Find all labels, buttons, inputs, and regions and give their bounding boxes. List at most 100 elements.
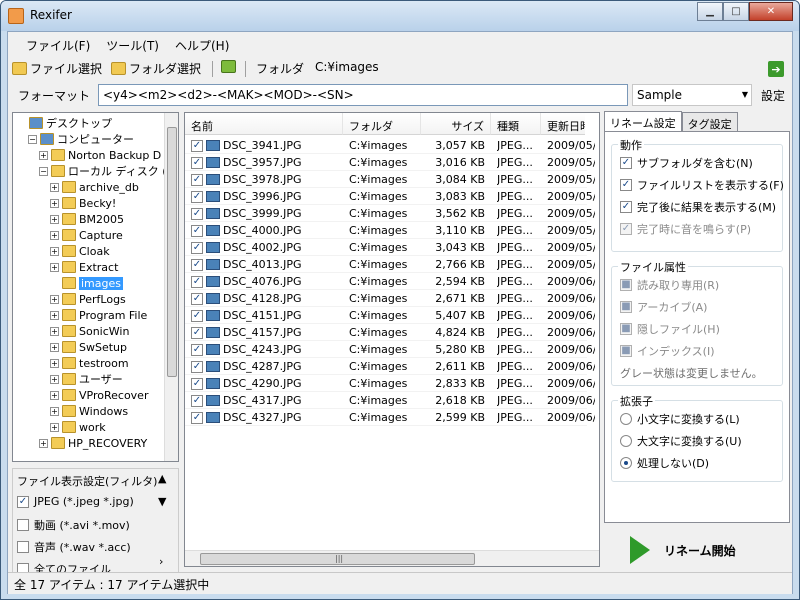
- tree-scroll-thumb[interactable]: [167, 127, 177, 377]
- table-row[interactable]: ✓ DSC_3978.JPG C:¥images 3,084 KB JPEG... 200…: [185, 171, 595, 188]
- list-hscroll[interactable]: |||: [185, 550, 599, 566]
- go-arrow-icon[interactable]: ➔: [768, 61, 784, 77]
- tree-item[interactable]: + PerfLogs: [50, 291, 126, 307]
- expand-icon[interactable]: +: [50, 406, 59, 416]
- up-folder-button[interactable]: [221, 60, 236, 73]
- attribute-checkbox[interactable]: ■: [620, 279, 632, 291]
- file-name-cell[interactable]: ✓ DSC_3978.JPG: [191, 173, 341, 186]
- row-checkbox[interactable]: ✓: [191, 190, 203, 203]
- tree-item[interactable]: デスクトップ: [17, 115, 112, 131]
- filter-checkbox[interactable]: [17, 519, 29, 531]
- expand-icon[interactable]: +: [39, 150, 48, 160]
- filter-checkbox[interactable]: ✓: [17, 495, 29, 508]
- tree-item[interactable]: − コンピューター: [28, 131, 134, 147]
- file-name-cell[interactable]: ✓ DSC_4076.JPG: [191, 275, 341, 288]
- extension-option[interactable]: 処理しない(D): [620, 455, 709, 471]
- file-name-cell[interactable]: ✓ DSC_4317.JPG: [191, 394, 341, 407]
- minimize-button[interactable]: ▁: [697, 2, 723, 21]
- tree-item[interactable]: + VProRecover: [50, 387, 148, 403]
- attribute-option[interactable]: ■ 隠しファイル(H): [620, 321, 720, 337]
- file-name-cell[interactable]: ✓ DSC_4243.JPG: [191, 343, 341, 356]
- file-name-cell[interactable]: ✓ DSC_3999.JPG: [191, 207, 341, 220]
- table-row[interactable]: ✓ DSC_4317.JPG C:¥images 2,618 KB JPEG... 200…: [185, 392, 595, 409]
- expand-icon[interactable]: +: [50, 326, 59, 336]
- expand-icon[interactable]: +: [50, 390, 59, 400]
- expand-icon[interactable]: +: [50, 342, 59, 352]
- table-row[interactable]: ✓ DSC_4327.JPG C:¥images 2,599 KB JPEG... 200…: [185, 409, 595, 426]
- attribute-checkbox[interactable]: ■: [620, 323, 632, 335]
- settings-button[interactable]: 設定: [756, 84, 790, 106]
- row-checkbox[interactable]: ✓: [191, 173, 203, 186]
- expand-icon[interactable]: +: [50, 422, 59, 432]
- file-name-cell[interactable]: ✓ DSC_3941.JPG: [191, 139, 341, 152]
- action-option[interactable]: ✓ 完了後に結果を表示する(M): [620, 199, 776, 215]
- filter-item[interactable]: 動画 (*.avi *.mov): [17, 517, 130, 533]
- table-row[interactable]: ✓ DSC_4000.JPG C:¥images 3,110 KB JPEG... 200…: [185, 222, 595, 239]
- action-checkbox[interactable]: ✓: [620, 201, 632, 213]
- table-row[interactable]: ✓ DSC_4128.JPG C:¥images 2,671 KB JPEG... 200…: [185, 290, 595, 307]
- tree-item[interactable]: + ユーザー: [50, 371, 123, 387]
- col-type[interactable]: 種類: [491, 113, 541, 135]
- expand-icon[interactable]: +: [50, 374, 59, 384]
- tree-item[interactable]: images: [50, 275, 123, 291]
- table-row[interactable]: ✓ DSC_3996.JPG C:¥images 3,083 KB JPEG... 200…: [185, 188, 595, 205]
- row-checkbox[interactable]: ✓: [191, 241, 203, 254]
- row-checkbox[interactable]: ✓: [191, 258, 203, 271]
- folder-select-button[interactable]: フォルダ選択: [111, 60, 201, 77]
- maximize-button[interactable]: □: [723, 2, 749, 21]
- file-name-cell[interactable]: ✓ DSC_4327.JPG: [191, 411, 341, 424]
- tree-item[interactable]: + Program File: [50, 307, 147, 323]
- action-option[interactable]: ✓ ファイルリストを表示する(F): [620, 177, 784, 193]
- file-name-cell[interactable]: ✓ DSC_4290.JPG: [191, 377, 341, 390]
- table-row[interactable]: ✓ DSC_4243.JPG C:¥images 5,280 KB JPEG... 200…: [185, 341, 595, 358]
- tree-item[interactable]: − ローカル ディスク (: [39, 163, 167, 179]
- file-list[interactable]: 名前 フォルダ サイズ 種類 更新日時 ||| ✓ DSC_3941.JPG C:¥…: [184, 112, 600, 567]
- row-checkbox[interactable]: ✓: [191, 139, 203, 152]
- rename-start-button[interactable]: リネーム開始: [604, 526, 790, 574]
- filter-item[interactable]: ✓ JPEG (*.jpeg *.jpg): [17, 495, 134, 508]
- table-row[interactable]: ✓ DSC_4157.JPG C:¥images 4,824 KB JPEG... 200…: [185, 324, 595, 341]
- file-name-cell[interactable]: ✓ DSC_4151.JPG: [191, 309, 341, 322]
- expand-icon[interactable]: +: [50, 214, 59, 224]
- collapse-icon[interactable]: −: [39, 166, 48, 176]
- attribute-option[interactable]: ■ アーカイブ(A): [620, 299, 707, 315]
- expand-icon[interactable]: +: [50, 262, 59, 272]
- table-row[interactable]: ✓ DSC_4151.JPG C:¥images 5,407 KB JPEG... 200…: [185, 307, 595, 324]
- expand-icon[interactable]: +: [50, 310, 59, 320]
- file-select-button[interactable]: ファイル選択: [12, 60, 102, 77]
- attribute-checkbox[interactable]: ■: [620, 301, 632, 313]
- tree-item[interactable]: + HP_RECOVERY: [39, 435, 147, 451]
- table-row[interactable]: ✓ DSC_4076.JPG C:¥images 2,594 KB JPEG... 200…: [185, 273, 595, 290]
- table-row[interactable]: ✓ DSC_4013.JPG C:¥images 2,766 KB JPEG... 200…: [185, 256, 595, 273]
- filter-up-button[interactable]: ▲: [158, 472, 166, 485]
- file-name-cell[interactable]: ✓ DSC_4002.JPG: [191, 241, 341, 254]
- action-option[interactable]: ✓ サブフォルダを含む(N): [620, 155, 753, 171]
- tree-item[interactable]: + SonicWin: [50, 323, 129, 339]
- expand-icon[interactable]: +: [39, 438, 48, 448]
- row-checkbox[interactable]: ✓: [191, 377, 203, 390]
- expand-icon[interactable]: +: [50, 246, 59, 256]
- tree-item[interactable]: + Capture: [50, 227, 123, 243]
- table-row[interactable]: ✓ DSC_4287.JPG C:¥images 2,611 KB JPEG... 200…: [185, 358, 595, 375]
- table-row[interactable]: ✓ DSC_3941.JPG C:¥images 3,057 KB JPEG... 200…: [185, 137, 595, 154]
- tree-scrollbar[interactable]: [164, 113, 178, 461]
- extension-radio[interactable]: [620, 435, 632, 447]
- extension-radio[interactable]: [620, 413, 632, 425]
- file-name-cell[interactable]: ✓ DSC_4128.JPG: [191, 292, 341, 305]
- tree-item[interactable]: + work: [50, 419, 106, 435]
- tree-item[interactable]: + Extract: [50, 259, 118, 275]
- table-row[interactable]: ✓ DSC_4002.JPG C:¥images 3,043 KB JPEG... 200…: [185, 239, 595, 256]
- filter-down-button[interactable]: ▼: [158, 495, 166, 508]
- extension-radio[interactable]: [620, 457, 632, 469]
- action-checkbox[interactable]: ✓: [620, 179, 632, 191]
- row-checkbox[interactable]: ✓: [191, 326, 203, 339]
- expand-icon[interactable]: +: [50, 294, 59, 304]
- row-checkbox[interactable]: ✓: [191, 292, 203, 305]
- filter-item[interactable]: 音声 (*.wav *.acc): [17, 539, 131, 555]
- table-row[interactable]: ✓ DSC_3999.JPG C:¥images 3,562 KB JPEG... 200…: [185, 205, 595, 222]
- expand-icon[interactable]: +: [50, 182, 59, 192]
- tree-item[interactable]: + Norton Backup D: [39, 147, 161, 163]
- tree-item[interactable]: + Windows: [50, 403, 128, 419]
- col-size[interactable]: サイズ: [421, 113, 491, 135]
- extension-option[interactable]: 大文字に変換する(U): [620, 433, 742, 449]
